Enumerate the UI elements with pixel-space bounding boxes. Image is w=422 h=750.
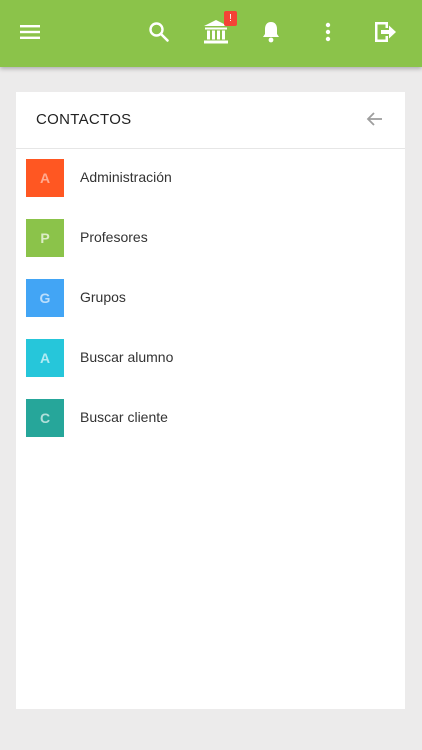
more-vert-icon[interactable] xyxy=(313,17,343,47)
avatar: A xyxy=(26,339,64,377)
avatar: A xyxy=(26,159,64,197)
avatar: P xyxy=(26,219,64,257)
list-item-label: Buscar alumno xyxy=(80,349,174,365)
page-title: CONTACTOS xyxy=(36,111,132,128)
bell-icon[interactable] xyxy=(256,17,286,47)
search-icon[interactable] xyxy=(144,17,174,47)
list-item-label: Administración xyxy=(80,169,172,185)
card-header: CONTACTOS xyxy=(16,92,405,149)
menu-icon[interactable] xyxy=(15,17,45,47)
list-item-administracion[interactable]: A Administración xyxy=(16,159,405,219)
list-item-label: Grupos xyxy=(80,289,126,305)
list-item-label: Profesores xyxy=(80,229,148,245)
list-item-buscar-cliente[interactable]: C Buscar cliente xyxy=(16,399,405,459)
contacts-card: CONTACTOS A Administración P Profesores … xyxy=(16,92,405,709)
back-button[interactable] xyxy=(365,109,385,129)
list-item-buscar-alumno[interactable]: A Buscar alumno xyxy=(16,339,405,399)
avatar: G xyxy=(26,279,64,317)
notification-badge: ! xyxy=(224,11,237,26)
contacts-list: A Administración P Profesores G Grupos A… xyxy=(16,159,405,459)
logout-icon[interactable] xyxy=(370,17,400,47)
top-app-bar: ! xyxy=(0,0,422,67)
avatar: C xyxy=(26,399,64,437)
list-item-profesores[interactable]: P Profesores xyxy=(16,219,405,279)
institution-button[interactable]: ! xyxy=(201,11,237,47)
arrow-left-icon xyxy=(366,112,382,126)
list-item-grupos[interactable]: G Grupos xyxy=(16,279,405,339)
list-item-label: Buscar cliente xyxy=(80,409,168,425)
